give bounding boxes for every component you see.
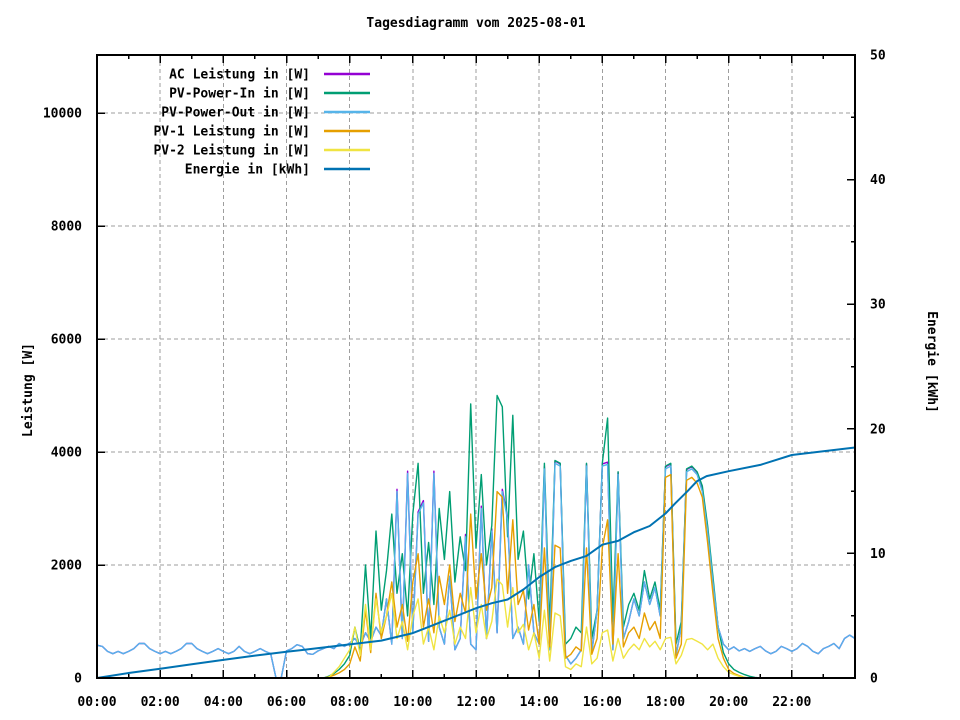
data-series <box>97 396 855 679</box>
x-tick-label: 00:00 <box>77 695 116 710</box>
chart-title: Tagesdiagramm vom 2025-08-01 <box>366 16 585 31</box>
x-tick-label: 10:00 <box>393 695 432 710</box>
y2-tick-label: 40 <box>870 173 886 188</box>
y2-tick-label: 0 <box>870 672 878 687</box>
y2-tick-label: 10 <box>870 547 886 562</box>
x-tick-label: 22:00 <box>772 695 811 710</box>
y-tick-label: 4000 <box>51 446 82 461</box>
legend-label: Energie in [kWh] <box>185 163 310 178</box>
y-tick-label: 8000 <box>51 220 82 235</box>
y2-tick-label: 30 <box>870 298 886 313</box>
y-tick-label: 0 <box>74 672 82 687</box>
x-tick-label: 20:00 <box>709 695 748 710</box>
series-line-pv-power-out-in-w- <box>97 463 855 678</box>
x-tick-label: 02:00 <box>141 695 180 710</box>
y2-tick-label: 50 <box>870 49 886 64</box>
legend-label: PV-Power-In in [W] <box>169 87 310 102</box>
x-tick-label: 14:00 <box>520 695 559 710</box>
legend: AC Leistung in [W] PV-Power-In in [W] PV-P… <box>153 68 370 178</box>
legend-label: PV-2 Leistung in [W] <box>153 144 310 159</box>
y-tick-label: 6000 <box>51 333 82 348</box>
y-tick-label: 2000 <box>51 559 82 574</box>
legend-label: AC Leistung in [W] <box>169 68 310 83</box>
x-tick-label: 18:00 <box>646 695 685 710</box>
x-tick-label: 08:00 <box>330 695 369 710</box>
x-tick-label: 06:00 <box>267 695 306 710</box>
x-tick-label: 12:00 <box>456 695 495 710</box>
plot-area: Tagesdiagramm vom 2025-08-01 Leistung [W… <box>0 0 960 720</box>
y-tick-label: 10000 <box>43 107 82 122</box>
x-tick-label: 04:00 <box>204 695 243 710</box>
y2-tick-label: 20 <box>870 422 886 437</box>
day-diagram-chart: { "title": "Tagesdiagramm vom 2025-08-01… <box>0 0 960 720</box>
y-axis-title: Leistung [W] <box>21 343 36 437</box>
y2-axis-title: Energie [kWh] <box>924 311 939 413</box>
x-tick-label: 16:00 <box>583 695 622 710</box>
legend-label: PV-1 Leistung in [W] <box>153 125 310 140</box>
legend-label: PV-Power-Out in [W] <box>161 106 310 121</box>
